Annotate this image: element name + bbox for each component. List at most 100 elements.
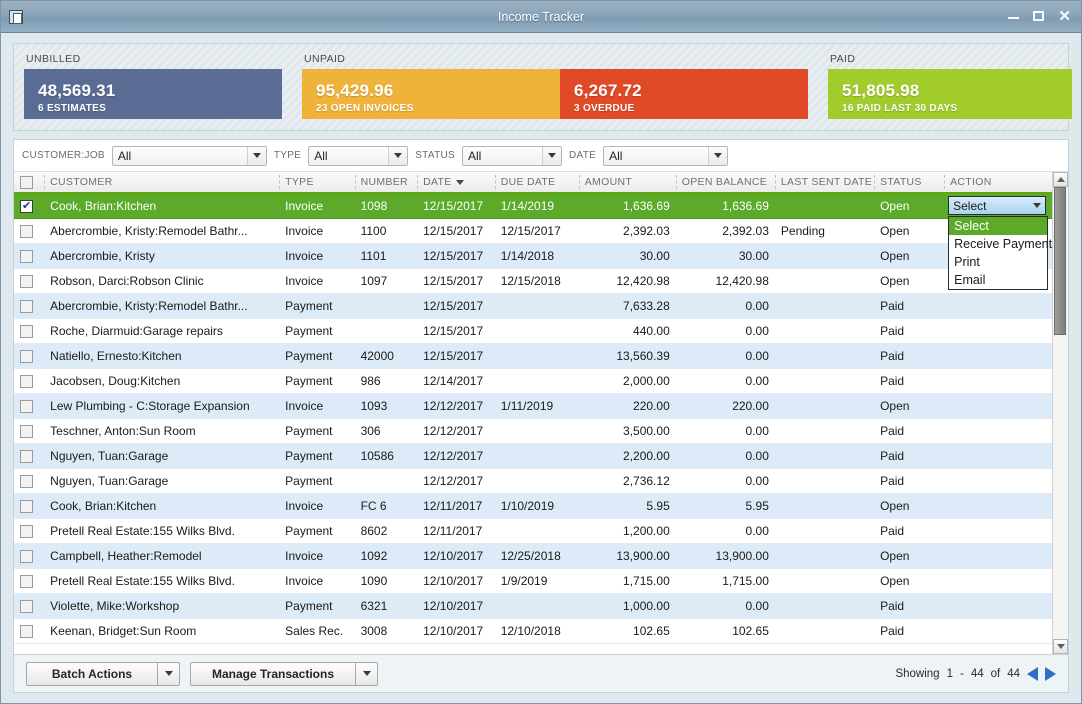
row-select-cell[interactable] [14,543,44,568]
scrollbar-track[interactable] [1053,187,1068,639]
filter-type-select[interactable]: All [308,146,408,166]
row-checkbox[interactable] [20,550,33,563]
row-select-cell[interactable] [14,243,44,268]
filter-date-select[interactable]: All [603,146,728,166]
next-page-icon[interactable] [1045,667,1056,681]
row-checkbox[interactable] [20,575,33,588]
column-header-number[interactable]: NUMBER [355,172,418,193]
column-header-last-sent-date[interactable]: LAST SENT DATE [775,172,874,193]
cell-action[interactable] [944,593,1052,618]
cell-action[interactable] [944,568,1052,593]
row-checkbox[interactable] [20,275,33,288]
column-header-open-balance[interactable]: OPEN BALANCE [676,172,775,193]
row-select-cell[interactable] [14,218,44,243]
column-header-date[interactable]: DATE [417,172,495,193]
scroll-down-button[interactable] [1053,639,1068,654]
row-select-cell[interactable] [14,368,44,393]
scrollbar-thumb[interactable] [1054,187,1066,335]
row-select-cell[interactable] [14,443,44,468]
cell-action[interactable] [944,418,1052,443]
manage-transactions-button[interactable]: Manage Transactions [190,662,356,686]
manage-transactions-dropdown-toggle[interactable] [356,662,378,686]
cell-action[interactable] [944,318,1052,343]
table-row[interactable]: Pretell Real Estate:155 Wilks Blvd.Payme… [14,518,1052,543]
row-select-cell[interactable] [14,268,44,293]
row-checkbox[interactable] [20,450,33,463]
table-row[interactable]: Campbell, Heather:RemodelInvoice109212/1… [14,543,1052,568]
row-checkbox[interactable] [20,200,33,213]
action-menu-item[interactable]: Receive Payment [949,235,1047,253]
table-row[interactable]: Teschner, Anton:Sun RoomPayment30612/12/… [14,418,1052,443]
select-all-checkbox[interactable] [20,176,33,189]
row-select-cell[interactable] [14,518,44,543]
action-select[interactable]: Select [948,196,1046,215]
row-select-cell[interactable] [14,293,44,318]
row-select-cell[interactable] [14,468,44,493]
table-row[interactable]: Cook, Brian:KitchenInvoiceFC 612/11/2017… [14,493,1052,518]
table-row[interactable]: Natiello, Ernesto:KitchenPayment4200012/… [14,343,1052,368]
table-row[interactable]: Roche, Diarmuid:Garage repairsPayment12/… [14,318,1052,343]
cell-action[interactable] [944,468,1052,493]
row-checkbox[interactable] [20,500,33,513]
column-header-status[interactable]: STATUS [874,172,944,193]
row-checkbox[interactable] [20,375,33,388]
table-row[interactable]: Nguyen, Tuan:GaragePayment12/12/20172,73… [14,468,1052,493]
close-icon[interactable]: ✕ [1058,12,1071,22]
row-select-cell[interactable] [14,418,44,443]
table-row[interactable]: Abercrombie, KristyInvoice110112/15/2017… [14,243,1052,268]
table-row[interactable]: Keenan, Bridget:Sun RoomSales Rec.300812… [14,618,1052,643]
row-select-cell[interactable] [14,193,44,218]
cell-action[interactable] [944,443,1052,468]
table-row[interactable]: Abercrombie, Kristy:Remodel Bathr...Paym… [14,293,1052,318]
table-row[interactable]: Abercrombie, Kristy:Remodel Bathr...Invo… [14,218,1052,243]
cell-action[interactable]: SelectSelectReceive PaymentPrintEmail [944,193,1052,218]
cell-action[interactable] [944,618,1052,643]
row-select-cell[interactable] [14,493,44,518]
row-select-cell[interactable] [14,568,44,593]
previous-page-icon[interactable] [1027,667,1038,681]
action-menu-item[interactable]: Print [949,253,1047,271]
column-header-type[interactable]: TYPE [279,172,354,193]
row-checkbox[interactable] [20,425,33,438]
column-header-due-date[interactable]: DUE DATE [495,172,579,193]
row-select-cell[interactable] [14,593,44,618]
table-row[interactable]: Pretell Real Estate:155 Wilks Blvd.Invoi… [14,568,1052,593]
action-menu-item[interactable]: Email [949,271,1047,289]
table-row[interactable]: Robson, Darci:Robson ClinicInvoice109712… [14,268,1052,293]
action-menu-item[interactable]: Select [949,217,1047,235]
batch-actions-split-button[interactable]: Batch Actions [26,662,180,686]
row-checkbox[interactable] [20,625,33,638]
table-row[interactable]: Jacobsen, Doug:KitchenPayment98612/14/20… [14,368,1052,393]
money-card-unpaid[interactable]: 95,429.96 23 OPEN INVOICES [302,69,560,119]
cell-action[interactable] [944,343,1052,368]
cell-action[interactable] [944,543,1052,568]
row-select-cell[interactable] [14,318,44,343]
money-card-unbilled[interactable]: 48,569.31 6 ESTIMATES [24,69,282,119]
manage-transactions-split-button[interactable]: Manage Transactions [190,662,378,686]
table-row[interactable]: Cook, Brian:KitchenInvoice109812/15/2017… [14,193,1052,218]
row-select-cell[interactable] [14,618,44,643]
row-checkbox[interactable] [20,300,33,313]
maximize-button[interactable] [1033,10,1044,23]
column-header-customer[interactable]: CUSTOMER [44,172,279,193]
row-checkbox[interactable] [20,475,33,488]
filter-customer-job-select[interactable]: All [112,146,267,166]
cell-action[interactable] [944,518,1052,543]
table-row[interactable]: Violette, Mike:WorkshopPayment632112/10/… [14,593,1052,618]
row-checkbox[interactable] [20,325,33,338]
row-checkbox[interactable] [20,525,33,538]
cell-action[interactable] [944,368,1052,393]
row-checkbox[interactable] [20,400,33,413]
batch-actions-button[interactable]: Batch Actions [26,662,158,686]
filter-status-select[interactable]: All [462,146,562,166]
column-header-amount[interactable]: AMOUNT [579,172,676,193]
batch-actions-dropdown-toggle[interactable] [158,662,180,686]
table-row[interactable]: Lew Plumbing - C:Storage ExpansionInvoic… [14,393,1052,418]
action-dropdown-menu[interactable]: SelectReceive PaymentPrintEmail [948,216,1048,290]
row-select-cell[interactable] [14,343,44,368]
row-checkbox[interactable] [20,600,33,613]
row-checkbox[interactable] [20,225,33,238]
cell-action[interactable] [944,493,1052,518]
column-header-select-all[interactable] [14,172,44,193]
cell-action[interactable] [944,293,1052,318]
